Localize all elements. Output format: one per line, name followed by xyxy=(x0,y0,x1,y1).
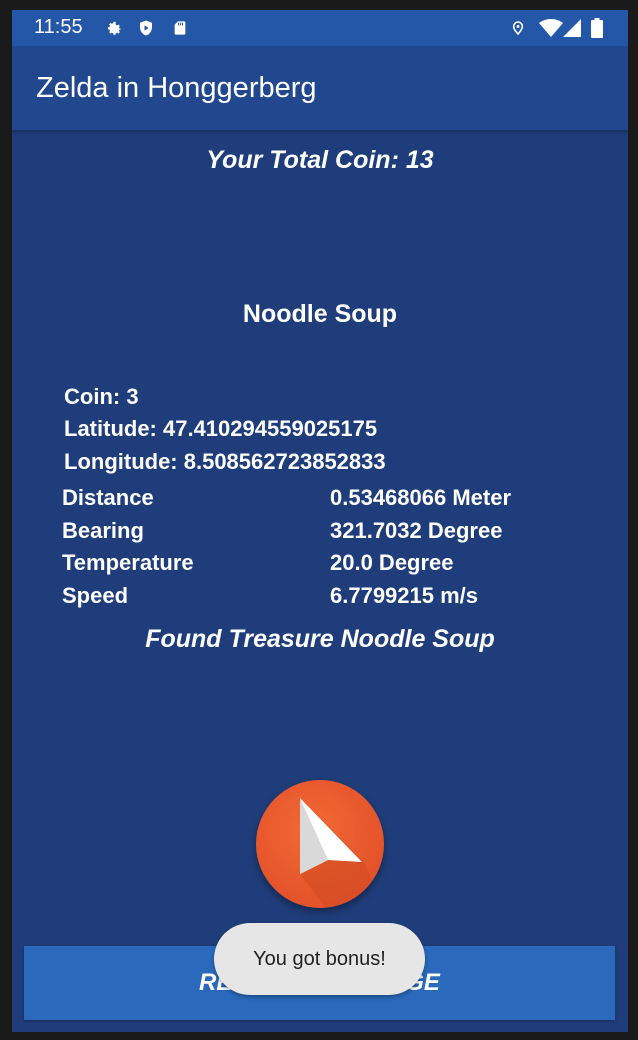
bonus-toast: You got bonus! xyxy=(214,923,425,995)
bearing-label: Bearing xyxy=(62,518,144,543)
temperature-label: Temperature xyxy=(62,550,194,575)
total-coin-text: Your Total Coin: 13 xyxy=(206,146,434,174)
location-icon xyxy=(508,18,528,38)
speed-label: Speed xyxy=(62,583,129,608)
compass-button[interactable] xyxy=(256,780,384,908)
wifi-icon xyxy=(538,18,564,38)
status-time: 11:55 xyxy=(34,16,83,38)
signal-icon xyxy=(562,18,582,38)
latitude-value: Latitude: 47.410294559025175 xyxy=(64,416,378,441)
app-title: Zelda in Honggerberg xyxy=(36,72,317,104)
gear-icon xyxy=(104,18,124,38)
coin-value: Coin: 3 xyxy=(64,384,139,409)
app-screen: 11:55 Zelda in Honggerberg Your Total Co… xyxy=(12,10,628,1032)
navigation-arrow-icon xyxy=(300,798,384,908)
treasure-name: Noodle Soup xyxy=(242,300,398,328)
bearing-value: 321.7032 Degree xyxy=(330,518,503,543)
distance-value: 0.53468066 Meter xyxy=(330,485,512,510)
found-treasure-text: Found Treasure Noodle Soup xyxy=(145,625,495,653)
temperature-value: 20.0 Degree xyxy=(330,550,454,575)
shield-icon xyxy=(136,18,156,38)
app-bar: Zelda in Honggerberg xyxy=(12,46,628,130)
speed-value: 6.7799215 m/s xyxy=(330,583,479,608)
longitude-value: Longitude: 8.508562723852833 xyxy=(64,449,386,474)
battery-icon xyxy=(590,18,604,38)
sd-card-icon xyxy=(170,18,190,38)
distance-label: Distance xyxy=(62,485,154,510)
status-bar: 11:55 xyxy=(12,10,628,46)
